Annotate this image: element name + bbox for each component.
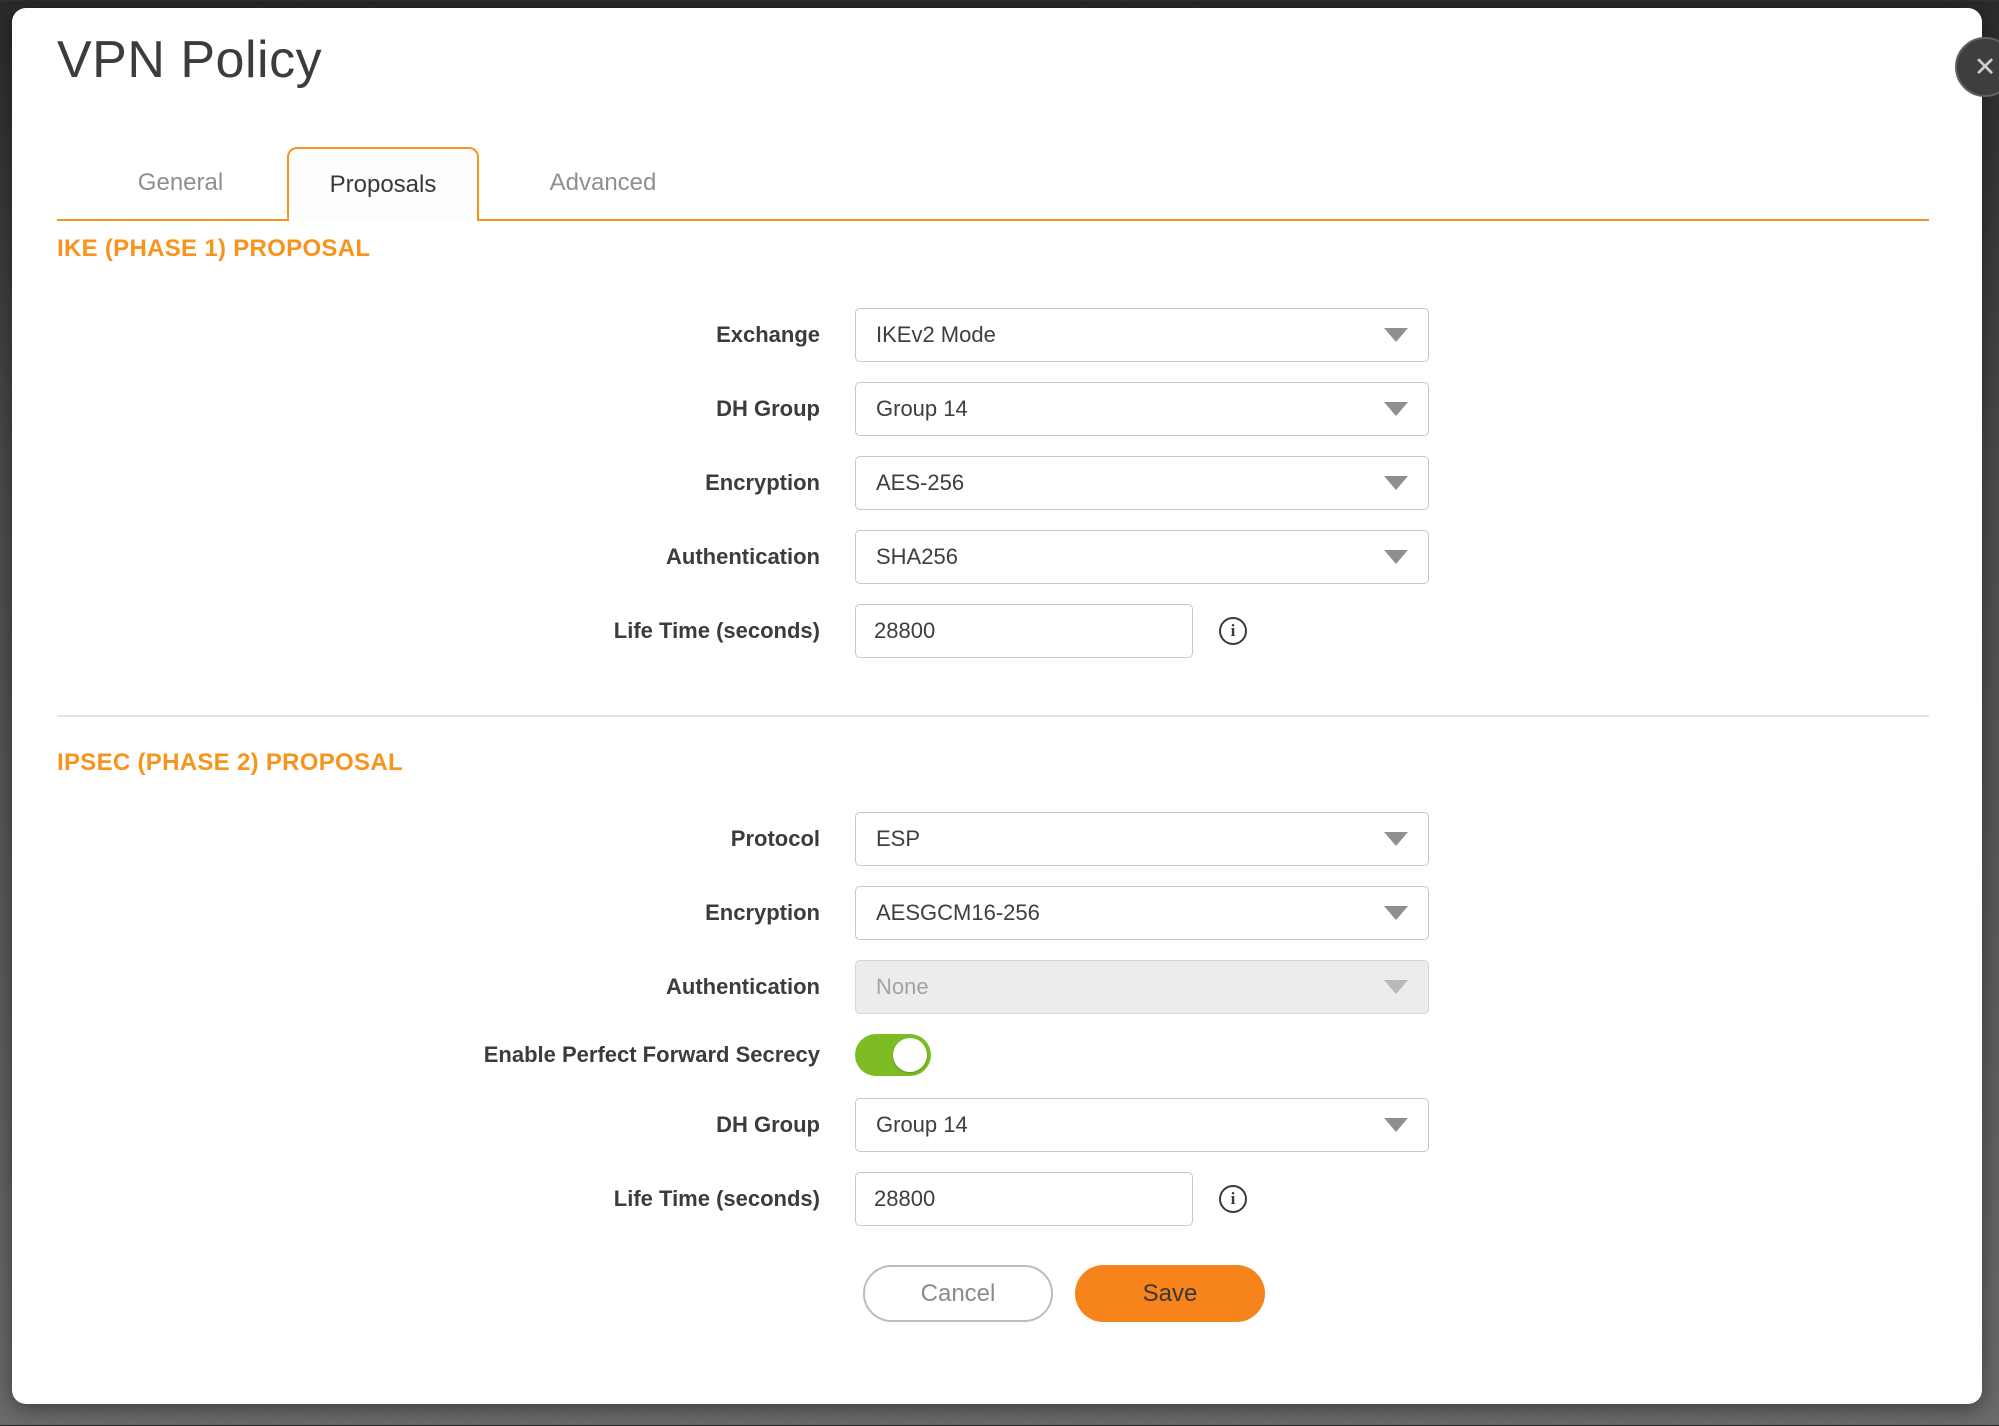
ipsec-protocol-dropdown[interactable]: ESP [855, 812, 1429, 866]
ipsec-dh-group-dropdown[interactable]: Group 14 [855, 1098, 1429, 1152]
info-icon[interactable]: i [1219, 1185, 1247, 1213]
field-label: Protocol [57, 826, 820, 852]
ipsec-dh-group-value: Group 14 [876, 1112, 968, 1138]
section-ipsec-phase2: IPSEC (PHASE 2) PROPOSAL Protocol ESP En… [57, 715, 1929, 1226]
ike-exchange-dropdown[interactable]: IKEv2 Mode [855, 308, 1429, 362]
ipsec-authentication-dropdown: None [855, 960, 1429, 1014]
ike-dh-group-value: Group 14 [876, 396, 968, 422]
ipsec-encryption-dropdown[interactable]: AESGCM16-256 [855, 886, 1429, 940]
tab-proposals[interactable]: Proposals [287, 147, 479, 221]
info-icon[interactable]: i [1219, 617, 1247, 645]
row-ipsec-life-time: Life Time (seconds) i [57, 1172, 1929, 1226]
row-ipsec-protocol: Protocol ESP [57, 812, 1929, 866]
chevron-down-icon [1384, 328, 1408, 342]
ipsec-protocol-value: ESP [876, 826, 920, 852]
row-ike-encryption: Encryption AES-256 [57, 456, 1929, 510]
chevron-down-icon [1384, 1118, 1408, 1132]
tab-advanced-label: Advanced [550, 169, 657, 197]
section-ike-phase1: IKE (PHASE 1) PROPOSAL Exchange IKEv2 Mo… [57, 235, 1929, 658]
field-label: Authentication [57, 974, 820, 1000]
row-ipsec-pfs: Enable Perfect Forward Secrecy [57, 1034, 1929, 1076]
row-ipsec-encryption: Encryption AESGCM16-256 [57, 886, 1929, 940]
tab-general-label: General [138, 169, 223, 197]
chevron-down-icon [1384, 402, 1408, 416]
footer-actions: Cancel Save [863, 1265, 1929, 1322]
field-label: DH Group [57, 1112, 820, 1138]
row-ipsec-dh-group: DH Group Group 14 [57, 1098, 1929, 1152]
page-title: VPN Policy [57, 30, 1929, 90]
ike-encryption-dropdown[interactable]: AES-256 [855, 456, 1429, 510]
row-ike-authentication: Authentication SHA256 [57, 530, 1929, 584]
save-button[interactable]: Save [1075, 1265, 1265, 1322]
ipsec-life-time-input[interactable] [855, 1172, 1193, 1226]
tab-advanced[interactable]: Advanced [498, 147, 708, 219]
field-label: Exchange [57, 322, 820, 348]
perfect-forward-secrecy-toggle[interactable] [855, 1034, 931, 1076]
section-heading-ike: IKE (PHASE 1) PROPOSAL [57, 235, 1929, 262]
cancel-button[interactable]: Cancel [863, 1265, 1053, 1322]
ike-authentication-dropdown[interactable]: SHA256 [855, 530, 1429, 584]
field-label: Life Time (seconds) [57, 618, 820, 644]
field-label: Enable Perfect Forward Secrecy [57, 1042, 820, 1068]
toggle-knob [893, 1038, 927, 1072]
field-label: Authentication [57, 544, 820, 570]
field-label: Life Time (seconds) [57, 1186, 820, 1212]
ipsec-encryption-value: AESGCM16-256 [876, 900, 1040, 926]
ike-authentication-value: SHA256 [876, 544, 958, 570]
ike-dh-group-dropdown[interactable]: Group 14 [855, 382, 1429, 436]
section-heading-ipsec: IPSEC (PHASE 2) PROPOSAL [57, 749, 1929, 776]
chevron-down-icon [1384, 906, 1408, 920]
tab-bar: General Proposals Advanced [57, 145, 1929, 221]
chevron-down-icon [1384, 980, 1408, 994]
vpn-policy-dialog: VPN Policy General Proposals Advanced IK… [12, 8, 1982, 1404]
field-label: Encryption [57, 900, 820, 926]
chevron-down-icon [1384, 832, 1408, 846]
tab-proposals-label: Proposals [330, 171, 437, 199]
row-ipsec-authentication: Authentication None [57, 960, 1929, 1014]
ike-encryption-value: AES-256 [876, 470, 964, 496]
field-label: DH Group [57, 396, 820, 422]
row-ike-dh-group: DH Group Group 14 [57, 382, 1929, 436]
row-ike-life-time: Life Time (seconds) i [57, 604, 1929, 658]
field-label: Encryption [57, 470, 820, 496]
ike-exchange-value: IKEv2 Mode [876, 322, 996, 348]
tab-general[interactable]: General [93, 147, 268, 219]
ipsec-authentication-value: None [876, 974, 929, 1000]
row-ike-exchange: Exchange IKEv2 Mode [57, 308, 1929, 362]
chevron-down-icon [1384, 550, 1408, 564]
ike-life-time-input[interactable] [855, 604, 1193, 658]
chevron-down-icon [1384, 476, 1408, 490]
close-icon: ✕ [1974, 54, 1997, 81]
